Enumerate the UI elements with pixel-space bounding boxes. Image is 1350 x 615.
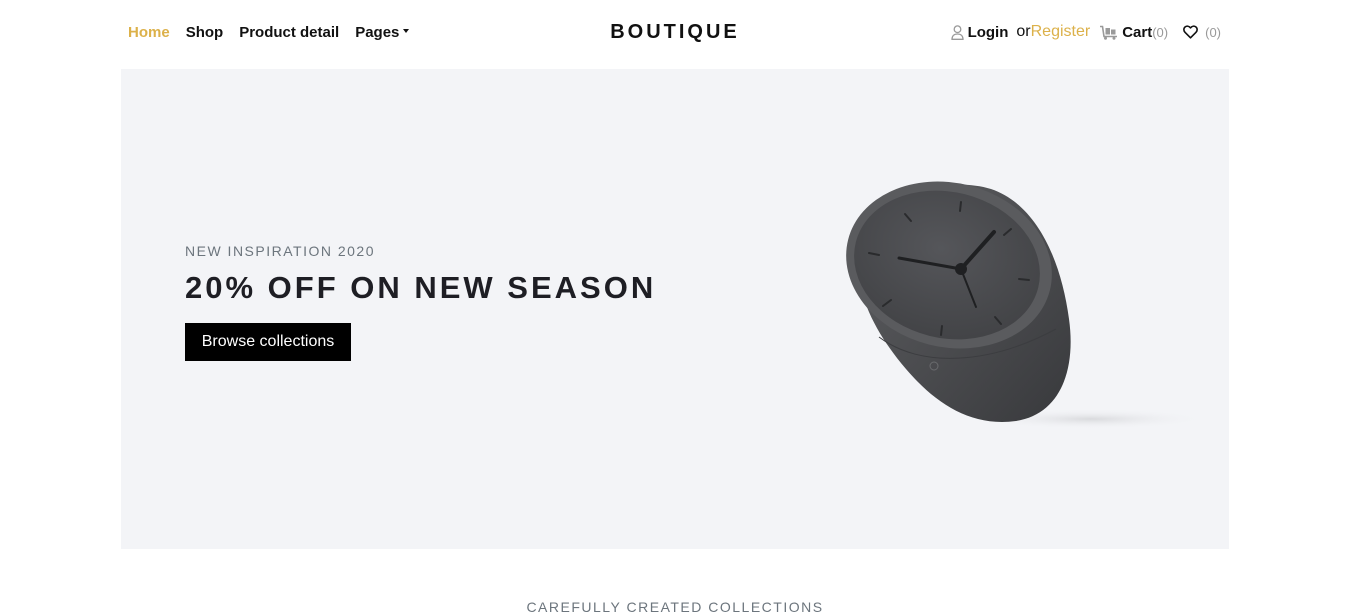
login-label: Login <box>967 23 1009 41</box>
wishlist-count: (0) <box>1205 24 1221 40</box>
heart-icon <box>1183 25 1199 39</box>
register-link[interactable]: Register <box>1031 23 1091 41</box>
hero-kicker: NEW INSPIRATION 2020 <box>185 243 376 259</box>
login-link[interactable]: Login <box>950 23 1009 41</box>
cart-link[interactable]: Cart (0) <box>1099 24 1168 41</box>
dolly-icon <box>1100 25 1118 40</box>
browse-collections-button[interactable]: Browse collections <box>185 323 351 361</box>
page: Home Shop Product detail Pages BOUTIQUE … <box>0 0 1350 615</box>
user-nav: Login or Register Cart (0) (0) <box>950 23 1221 41</box>
hero-banner: NEW INSPIRATION 2020 20% OFF ON NEW SEAS… <box>121 69 1229 549</box>
cart-label: Cart <box>1122 23 1153 41</box>
collections-kicker: CAREFULLY CREATED COLLECTIONS <box>526 599 824 615</box>
user-icon <box>950 24 964 40</box>
wishlist-link[interactable]: (0) <box>1183 25 1221 40</box>
or-text: or <box>1016 23 1031 40</box>
cart-count: (0) <box>1152 24 1169 40</box>
hero-title: 20% OFF ON NEW SEASON <box>185 270 657 305</box>
clock-product-image <box>846 181 1206 429</box>
navbar: Home Shop Product detail Pages BOUTIQUE … <box>121 0 1229 68</box>
